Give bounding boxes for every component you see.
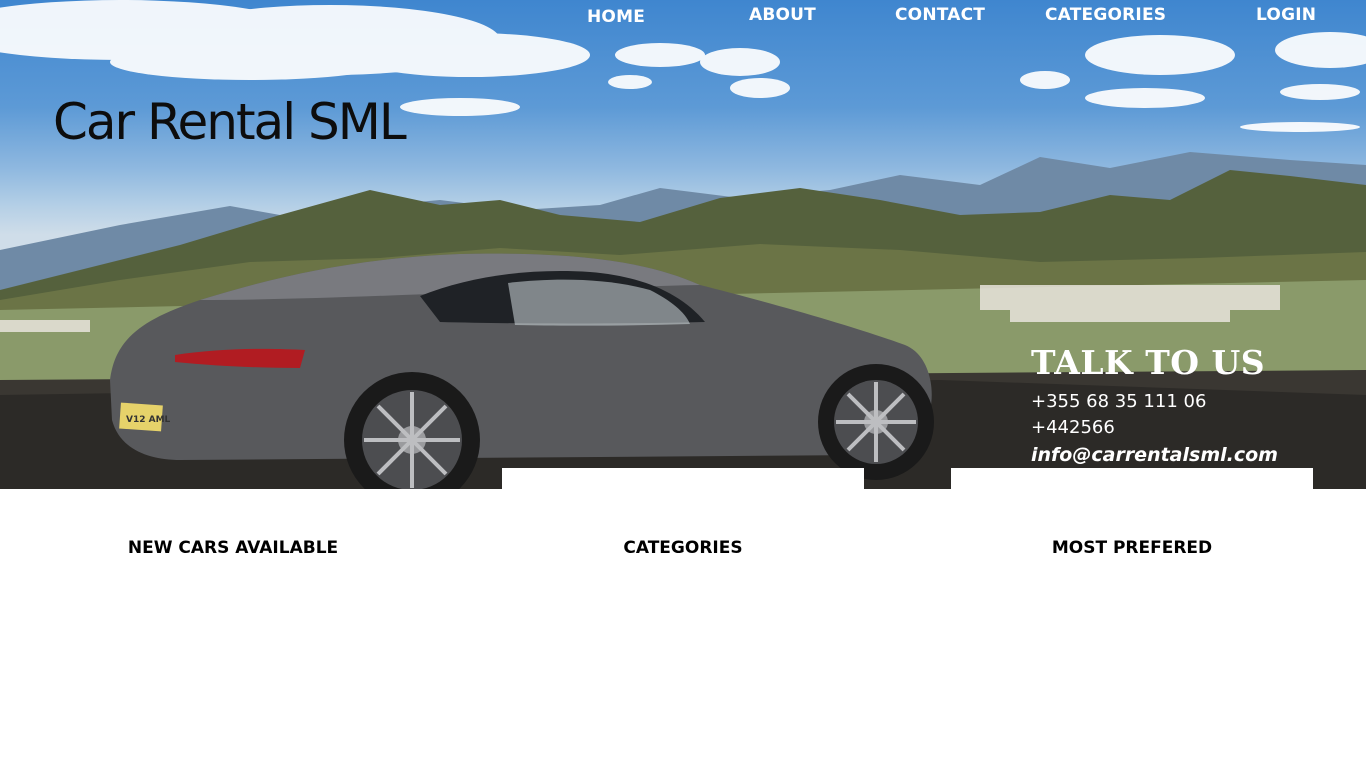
section-tab-most-prefered bbox=[951, 468, 1313, 490]
hero-banner: V12 AML HOME ABOUT CONTACT CATEGORIES LO… bbox=[0, 0, 1366, 489]
most-prefered-heading: MOST PREFERED bbox=[1051, 538, 1213, 558]
contact-phone-secondary: +442566 bbox=[1031, 417, 1115, 438]
contact-email-link[interactable]: info@carrentalsml.com bbox=[1031, 444, 1278, 466]
categories-heading: CATEGORIES bbox=[623, 538, 743, 558]
section-tab-categories bbox=[502, 468, 864, 490]
license-plate: V12 AML bbox=[126, 415, 171, 425]
nav-login-link[interactable]: LOGIN bbox=[1256, 5, 1316, 25]
nav-contact-link[interactable]: CONTACT bbox=[895, 5, 985, 25]
hero-background-image: V12 AML bbox=[0, 0, 1366, 489]
talk-to-us-heading: TALK TO US bbox=[1031, 343, 1266, 382]
contact-phone-primary: +355 68 35 111 06 bbox=[1031, 391, 1207, 412]
nav-home-link[interactable]: HOME bbox=[587, 7, 645, 27]
nav-about-link[interactable]: ABOUT bbox=[749, 5, 816, 25]
site-brand-title: Car Rental SML bbox=[53, 93, 407, 151]
new-cars-heading: NEW CARS AVAILABLE bbox=[127, 538, 339, 558]
nav-categories-link[interactable]: CATEGORIES bbox=[1045, 5, 1166, 25]
